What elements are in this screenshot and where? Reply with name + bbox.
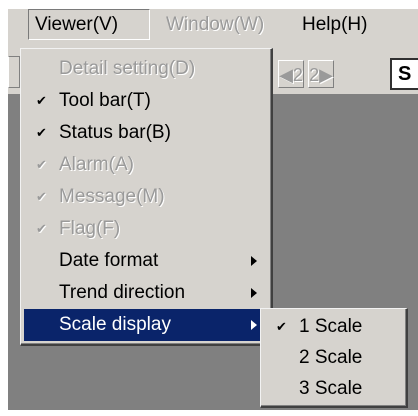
submenu-arrow-icon [251, 320, 257, 330]
checkmark-icon: ✔ [36, 125, 47, 140]
menu-item-detail-setting: Detail setting(D) [24, 53, 267, 85]
menu-item-label: 1 Scale [299, 316, 363, 337]
menu-item-label: 3 Scale [299, 378, 363, 399]
menu-item-label: Message(M) [59, 186, 165, 207]
viewer-menu: Detail setting(D) ✔ Tool bar(T) ✔ Status… [20, 48, 273, 346]
checkmark-icon: ✔ [36, 221, 47, 236]
menu-item-flag: ✔ Flag(F) [24, 213, 267, 245]
checkmark-icon: ✔ [276, 319, 287, 334]
menu-item-label: Detail setting(D) [59, 58, 196, 79]
menu-window[interactable]: Window(W) [166, 9, 264, 40]
submenu-item-3-scale[interactable]: 3 Scale [264, 373, 402, 405]
previous-2-icon[interactable]: ◀2 [278, 60, 304, 88]
submenu-arrow-icon [251, 256, 257, 266]
toolbar-handle[interactable] [8, 56, 20, 88]
checkmark-icon: ✔ [36, 189, 47, 204]
menu-item-label: Alarm(A) [59, 154, 134, 175]
menu-bar: Viewer(V) Window(W) Help(H) [8, 8, 418, 41]
menu-item-message: ✔ Message(M) [24, 181, 267, 213]
menu-item-alarm: ✔ Alarm(A) [24, 149, 267, 181]
submenu-item-2-scale[interactable]: 2 Scale [264, 342, 402, 374]
menu-viewer[interactable]: Viewer(V) [28, 9, 150, 40]
menu-item-date-format[interactable]: Date format [24, 245, 267, 277]
menu-item-trend-direction[interactable]: Trend direction [24, 277, 267, 309]
next-2-icon[interactable]: 2▶ [308, 60, 334, 88]
checkmark-icon: ✔ [36, 157, 47, 172]
menu-item-label: 2 Scale [299, 347, 363, 368]
menu-item-label: Flag(F) [59, 218, 121, 239]
bottom-strip [0, 410, 418, 416]
scale-submenu: ✔ 1 Scale 2 Scale 3 Scale [260, 308, 408, 408]
submenu-arrow-icon [251, 288, 257, 298]
menu-item-status-bar[interactable]: ✔ Status bar(B) [24, 117, 267, 149]
submenu-item-1-scale[interactable]: ✔ 1 Scale [264, 311, 402, 343]
menu-item-scale-display[interactable]: Scale display [24, 309, 267, 341]
menu-item-tool-bar[interactable]: ✔ Tool bar(T) [24, 85, 267, 117]
menu-help[interactable]: Help(H) [302, 9, 367, 40]
menu-item-label: Scale display [59, 314, 171, 335]
checkmark-icon: ✔ [36, 93, 47, 108]
menu-item-label: Tool bar(T) [59, 90, 151, 111]
menu-item-label: Trend direction [59, 282, 186, 303]
menu-item-label: Status bar(B) [59, 122, 171, 143]
menu-item-label: Date format [59, 250, 159, 271]
toolbar-field[interactable]: S [390, 58, 418, 90]
